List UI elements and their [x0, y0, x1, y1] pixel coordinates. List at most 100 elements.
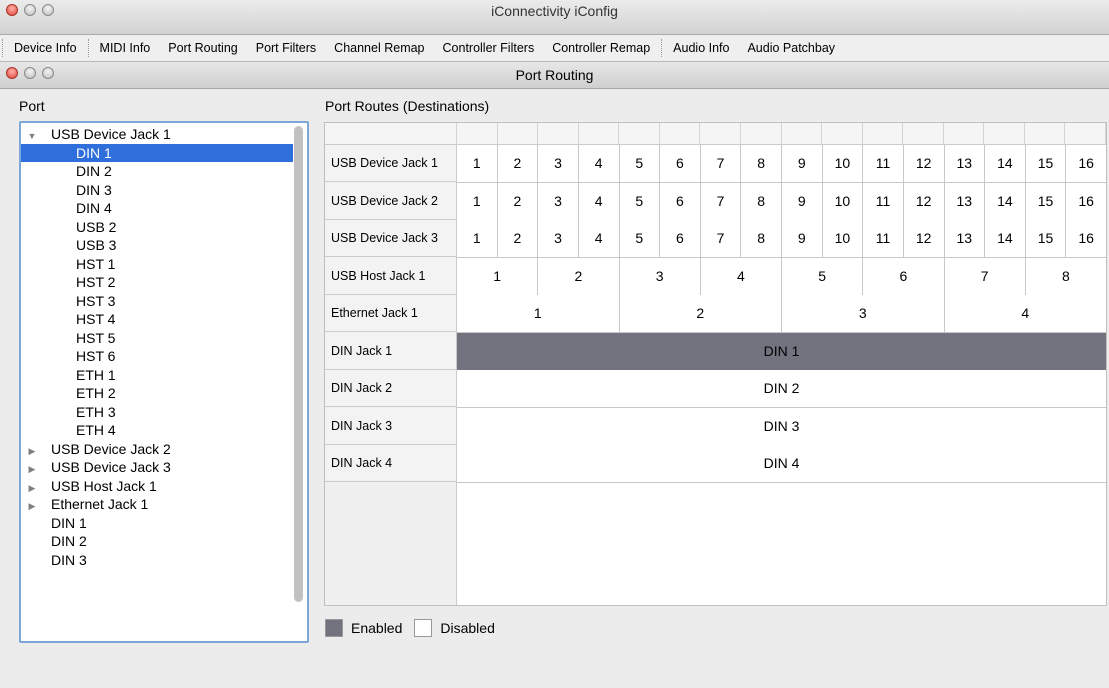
- route-cell[interactable]: 6: [660, 145, 701, 182]
- route-cell[interactable]: 4: [578, 145, 620, 182]
- port-subitem[interactable]: USB 2: [21, 218, 293, 237]
- disclosure-closed-icon[interactable]: ▶: [25, 497, 39, 516]
- route-cell[interactable]: 10: [822, 220, 864, 257]
- tab-controller-remap[interactable]: Controller Remap: [543, 41, 659, 55]
- route-cell[interactable]: 12: [903, 145, 945, 182]
- route-cell[interactable]: 11: [863, 145, 904, 182]
- route-cell[interactable]: 3: [538, 145, 579, 182]
- tab-channel-remap[interactable]: Channel Remap: [325, 41, 433, 55]
- route-cell[interactable]: 6: [660, 220, 701, 257]
- route-cell[interactable]: 11: [863, 220, 904, 257]
- route-cell[interactable]: 14: [985, 145, 1026, 182]
- route-cell[interactable]: 6: [660, 182, 701, 220]
- route-cell[interactable]: 9: [782, 220, 823, 257]
- route-cell[interactable]: 9: [782, 182, 823, 220]
- route-cell[interactable]: 7: [700, 182, 742, 220]
- route-cell[interactable]: 8: [741, 182, 782, 220]
- route-cell[interactable]: 16: [1066, 220, 1106, 257]
- port-subitem[interactable]: HST 1: [21, 255, 293, 274]
- port-subitem[interactable]: DIN 1: [21, 143, 293, 162]
- route-cell[interactable]: 2: [538, 257, 620, 295]
- route-cell[interactable]: 12: [903, 182, 945, 220]
- port-tree[interactable]: ▼ USB Device Jack 1 DIN 1 DIN 2 DIN 3 DIN 4 US…: [19, 121, 309, 643]
- port-subitem[interactable]: DIN 4: [21, 199, 293, 218]
- port-subitem[interactable]: HST 4: [21, 310, 293, 329]
- tab-device-info[interactable]: Device Info: [5, 41, 86, 55]
- route-cell[interactable]: 2: [497, 145, 539, 182]
- route-cell[interactable]: 13: [944, 182, 986, 220]
- tab-audio-info[interactable]: Audio Info: [664, 41, 738, 55]
- route-cell[interactable]: 3: [538, 220, 579, 257]
- route-cell[interactable]: 2: [619, 295, 782, 332]
- route-cell[interactable]: 3: [619, 257, 701, 295]
- route-cell[interactable]: 15: [1025, 220, 1067, 257]
- route-cell[interactable]: 10: [822, 182, 864, 220]
- route-cell[interactable]: 9: [782, 145, 823, 182]
- port-item[interactable]: ▶ USB Device Jack 3: [21, 458, 293, 477]
- route-cell[interactable]: 2: [497, 182, 539, 220]
- tab-port-filters[interactable]: Port Filters: [247, 41, 325, 55]
- port-item[interactable]: ▶ USB Host Jack 1: [21, 477, 293, 496]
- route-cell[interactable]: DIN 3: [457, 407, 1106, 445]
- route-cell[interactable]: 8: [1025, 257, 1106, 295]
- route-cell[interactable]: 12: [903, 220, 945, 257]
- route-cell[interactable]: DIN 4: [457, 445, 1106, 482]
- port-subitem[interactable]: DIN 3: [21, 181, 293, 200]
- tab-controller-filters[interactable]: Controller Filters: [434, 41, 544, 55]
- route-cell[interactable]: 1: [457, 257, 539, 295]
- route-cell[interactable]: 7: [944, 257, 1026, 295]
- port-subitem[interactable]: ETH 4: [21, 421, 293, 440]
- route-cell[interactable]: 10: [822, 145, 864, 182]
- port-item[interactable]: ▶ USB Device Jack 2: [21, 440, 293, 459]
- port-subitem[interactable]: DIN 2: [21, 162, 293, 181]
- route-cell[interactable]: 13: [944, 145, 986, 182]
- route-cell[interactable]: 5: [619, 145, 661, 182]
- port-item[interactable]: ▶ Ethernet Jack 1: [21, 495, 293, 514]
- route-cell[interactable]: 4: [578, 182, 620, 220]
- port-item[interactable]: DIN 1: [21, 514, 293, 533]
- tab-midi-info[interactable]: MIDI Info: [91, 41, 160, 55]
- disclosure-open-icon[interactable]: ▼: [25, 127, 39, 146]
- route-cell[interactable]: 15: [1025, 182, 1067, 220]
- disclosure-closed-icon[interactable]: ▶: [25, 460, 39, 479]
- route-cell[interactable]: 5: [619, 182, 661, 220]
- route-cell[interactable]: 3: [782, 295, 945, 332]
- route-cell[interactable]: 6: [863, 257, 945, 295]
- port-subitem[interactable]: HST 6: [21, 347, 293, 366]
- route-cell[interactable]: 16: [1066, 182, 1106, 220]
- route-cell[interactable]: 1: [457, 220, 498, 257]
- route-cell[interactable]: 2: [497, 220, 539, 257]
- route-cell[interactable]: 16: [1066, 145, 1106, 182]
- route-cell[interactable]: 4: [578, 220, 620, 257]
- route-cell[interactable]: 1: [457, 145, 498, 182]
- route-cell[interactable]: 14: [985, 220, 1026, 257]
- port-subitem[interactable]: ETH 1: [21, 366, 293, 385]
- tree-scrollbar[interactable]: [294, 126, 303, 602]
- port-item[interactable]: ▼ USB Device Jack 1: [21, 125, 293, 144]
- route-cell[interactable]: 4: [700, 257, 782, 295]
- port-subitem[interactable]: ETH 2: [21, 384, 293, 403]
- route-cell[interactable]: 8: [741, 220, 782, 257]
- route-cell[interactable]: 14: [985, 182, 1026, 220]
- port-subitem[interactable]: HST 2: [21, 273, 293, 292]
- route-cell[interactable]: 8: [741, 145, 782, 182]
- route-cell[interactable]: DIN 1: [457, 332, 1106, 370]
- route-cell[interactable]: 1: [457, 182, 498, 220]
- route-cell[interactable]: 11: [863, 182, 904, 220]
- route-cell[interactable]: 15: [1025, 145, 1067, 182]
- route-cell[interactable]: 13: [944, 220, 986, 257]
- route-cell[interactable]: 5: [782, 257, 864, 295]
- route-cell[interactable]: 5: [619, 220, 661, 257]
- port-subitem[interactable]: USB 3: [21, 236, 293, 255]
- port-item[interactable]: DIN 3: [21, 551, 293, 570]
- route-cell[interactable]: 4: [944, 295, 1106, 332]
- route-cell[interactable]: 3: [538, 182, 579, 220]
- port-subitem[interactable]: HST 5: [21, 329, 293, 348]
- tab-port-routing[interactable]: Port Routing: [159, 41, 246, 55]
- port-subitem[interactable]: ETH 3: [21, 403, 293, 422]
- route-cell[interactable]: 1: [457, 295, 620, 332]
- route-cell[interactable]: 7: [700, 220, 742, 257]
- port-item[interactable]: DIN 2: [21, 532, 293, 551]
- route-cell[interactable]: 7: [700, 145, 742, 182]
- tab-audio-patchbay[interactable]: Audio Patchbay: [738, 41, 844, 55]
